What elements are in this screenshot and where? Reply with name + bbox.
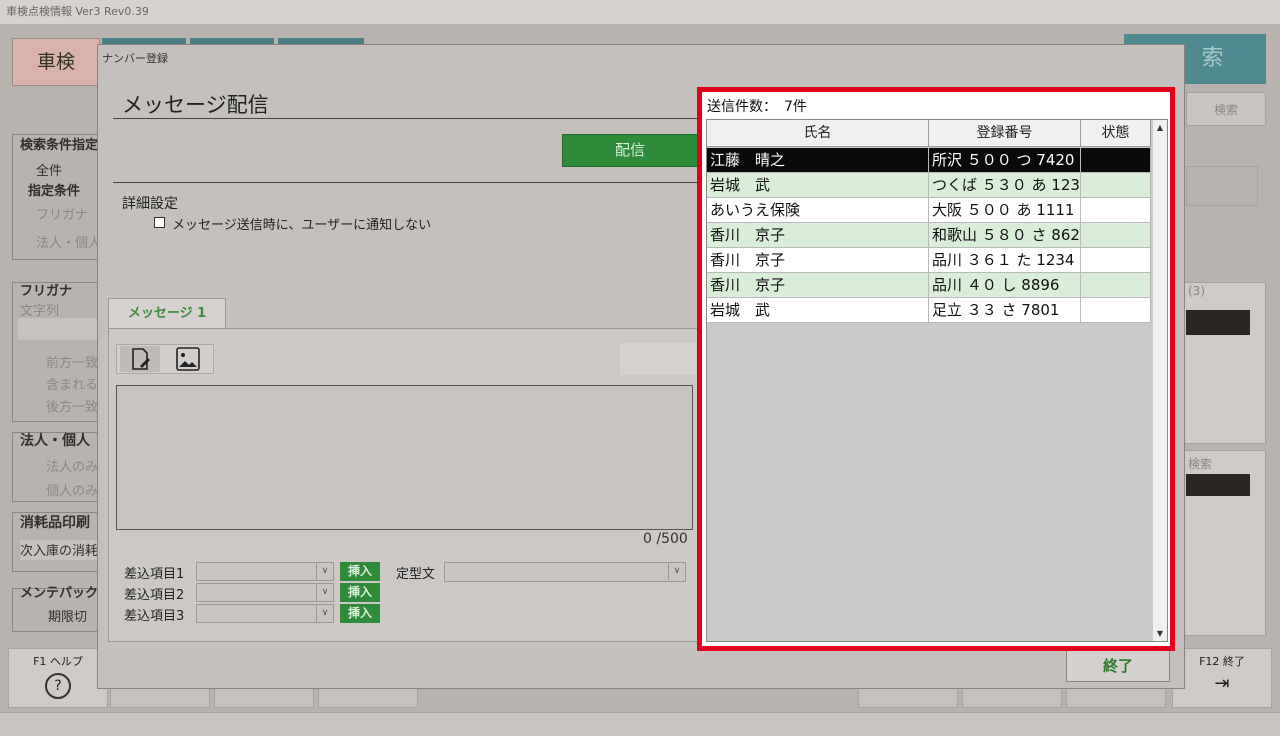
function-key-button[interactable] <box>110 686 210 708</box>
grid-scrollbar[interactable]: ▲ ▼ <box>1152 120 1167 641</box>
help-label: F1 ヘルプ <box>33 655 83 668</box>
bg-label: 全件 <box>36 164 63 179</box>
cell-status <box>1081 223 1151 248</box>
bg-label: フリガナ <box>20 284 73 299</box>
dialog-heading: メッセージ配信 <box>122 93 269 117</box>
toolbar-field <box>620 343 696 375</box>
exit-label: F12 終了 <box>1199 655 1245 668</box>
insert-item-2-label: 差込項目2 <box>124 588 185 603</box>
bg-label: 含まれる <box>46 378 99 393</box>
exit-button-f12[interactable]: F12 終了 ⇥ <box>1172 648 1272 708</box>
app-title-bar: 車検点検情報 Ver3 Rev0.39 <box>0 0 1280 24</box>
bg-list-label: 検索 <box>1188 457 1213 471</box>
scroll-down-icon[interactable]: ▼ <box>1153 626 1167 641</box>
bg-label: 後方一致 <box>46 400 99 415</box>
bg-list[interactable] <box>1184 282 1266 444</box>
detail-settings-label: 詳細設定 <box>122 196 178 212</box>
insert-item-3-select[interactable]: ∨ <box>196 604 334 623</box>
cell-status <box>1081 273 1151 298</box>
message-textarea[interactable] <box>116 385 693 530</box>
chevron-down-icon: ∨ <box>316 563 333 580</box>
bg-label: 法人・個人 <box>20 433 90 449</box>
bg-box <box>1186 166 1258 206</box>
insert-item-1-label: 差込項目1 <box>124 567 185 582</box>
cell-reg: 和歌山 ５８０ さ 862 <box>929 223 1081 248</box>
insert-item-1-select[interactable]: ∨ <box>196 562 334 581</box>
dialog-caption: ナンバー登録 <box>102 52 168 65</box>
bg-label: 期限切 <box>48 610 88 625</box>
cell-status <box>1081 298 1151 323</box>
no-notify-label: メッセージ送信時に、ユーザーに通知しない <box>172 218 432 233</box>
scroll-up-icon[interactable]: ▲ <box>1153 120 1167 135</box>
bg-label: 個人のみ <box>46 484 99 499</box>
bg-label: 文字列 <box>20 304 60 319</box>
cell-name: 香川 京子 <box>707 248 929 273</box>
cell-status <box>1081 173 1151 198</box>
bg-label: 指定条件 <box>28 184 81 199</box>
cell-status <box>1081 248 1151 273</box>
function-key-button[interactable] <box>214 686 314 708</box>
cell-name: 岩城 武 <box>707 298 929 323</box>
bg-label: メンテパック <box>20 586 99 601</box>
bg-list-label: (3) <box>1188 284 1205 298</box>
function-key-button[interactable] <box>1066 686 1166 708</box>
insert-item-2-button[interactable]: 挿入 <box>340 583 380 602</box>
insert-item-2-select[interactable]: ∨ <box>196 583 334 602</box>
bg-list-selected-row[interactable] <box>1186 474 1250 496</box>
cell-reg: 品川 ４０ し 8896 <box>929 273 1081 298</box>
cell-name: 岩城 武 <box>707 173 929 198</box>
function-key-button[interactable] <box>318 686 418 708</box>
bg-label: 消耗品印刷 <box>20 515 90 531</box>
send-button[interactable]: 配信 <box>562 134 698 167</box>
no-notify-checkbox[interactable] <box>154 217 165 228</box>
tab-message-1[interactable]: メッセージ 1 <box>108 298 226 328</box>
image-icon[interactable] <box>168 346 208 372</box>
cell-reg: つくば ５３０ あ 1234 <box>929 173 1081 198</box>
fixed-text-label: 定型文 <box>396 567 436 582</box>
cell-reg: 品川 ３６１ た 1234 <box>929 248 1081 273</box>
cell-name: 香川 京子 <box>707 223 929 248</box>
cell-name: あいうえ保険 <box>707 198 929 223</box>
function-key-button[interactable] <box>858 686 958 708</box>
tab-car-inspection[interactable]: 車検 <box>12 38 100 86</box>
help-icon: ? <box>45 673 71 699</box>
function-key-button[interactable] <box>962 686 1062 708</box>
status-bar <box>0 712 1280 736</box>
chevron-down-icon: ∨ <box>668 563 685 580</box>
help-button[interactable]: F1 ヘルプ ? <box>8 648 108 708</box>
bg-label: 法人のみ <box>46 460 99 475</box>
column-header-status[interactable]: 状態 <box>1081 120 1151 147</box>
close-button[interactable]: 終了 <box>1066 650 1170 682</box>
char-count: 0 /500 <box>643 531 688 547</box>
chevron-down-icon: ∨ <box>316 605 333 622</box>
bg-select[interactable]: 次入庫の消耗 <box>20 540 98 560</box>
bg-label: 検索条件指定 <box>20 138 99 153</box>
cell-name: 香川 京子 <box>707 273 929 298</box>
divider <box>113 182 703 183</box>
bg-label: フリガナ <box>36 208 89 223</box>
insert-item-3-label: 差込項目3 <box>124 609 185 624</box>
app-title: 車検点検情報 Ver3 Rev0.39 <box>6 5 149 18</box>
cell-status <box>1081 198 1151 223</box>
cell-reg: 所沢 ５００ つ 7420 <box>929 148 1081 173</box>
insert-item-1-button[interactable]: 挿入 <box>340 562 380 581</box>
chevron-down-icon: ∨ <box>316 584 333 601</box>
cell-name: 江藤 晴之 <box>707 148 929 173</box>
insert-item-3-button[interactable]: 挿入 <box>340 604 380 623</box>
cell-reg: 大阪 ５００ あ 1111 <box>929 198 1081 223</box>
cell-reg: 足立 ３３ さ 7801 <box>929 298 1081 323</box>
search-button-small[interactable]: 検索 <box>1186 92 1266 126</box>
bg-list-selected-row[interactable] <box>1186 310 1250 335</box>
bg-label: 前方一致 <box>46 356 99 371</box>
exit-icon: ⇥ <box>1214 673 1230 694</box>
cell-status <box>1081 148 1151 173</box>
column-header-name[interactable]: 氏名 <box>707 120 929 147</box>
send-count-label: 送信件数： 7件 <box>707 99 807 115</box>
fixed-text-select[interactable]: ∨ <box>444 562 686 582</box>
column-header-registration[interactable]: 登録番号 <box>929 120 1081 147</box>
divider <box>113 118 703 119</box>
bg-label: 法人・個人 <box>36 236 102 251</box>
bg-text-field[interactable] <box>18 318 98 340</box>
text-edit-icon[interactable] <box>120 346 160 372</box>
